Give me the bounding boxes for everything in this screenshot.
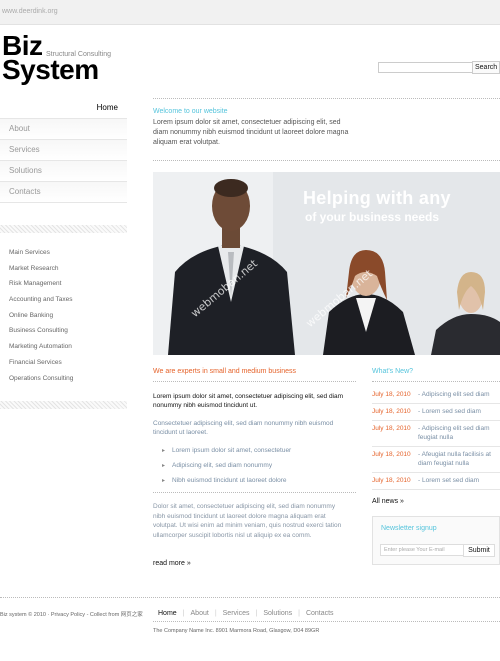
main-nav: Home About Services Solutions Contacts bbox=[0, 98, 127, 203]
divider bbox=[0, 401, 127, 409]
service-link[interactable]: Risk Management bbox=[9, 278, 73, 294]
bullet-list: Lorem ipsum dolor sit amet, consectetuer… bbox=[162, 447, 291, 492]
content-title: We are experts in small and medium busin… bbox=[153, 368, 297, 375]
read-more-link[interactable]: read more » bbox=[153, 560, 191, 567]
divider bbox=[153, 621, 500, 622]
service-link[interactable]: Financial Services bbox=[9, 357, 73, 373]
footer-nav: Home | About | Services | Solutions | Contacts bbox=[158, 610, 334, 617]
news-item[interactable]: July 18, 2010 - Adipiscing elit sed diam … bbox=[372, 421, 500, 447]
email-input[interactable]: Enter please Your E-mail bbox=[380, 544, 465, 556]
search-button[interactable]: Search bbox=[472, 61, 500, 74]
divider bbox=[0, 597, 500, 598]
nav-about[interactable]: About bbox=[0, 118, 127, 139]
news-text[interactable]: - Lorem sed sed diam bbox=[418, 407, 481, 416]
intro-text: Lorem ipsum dolor sit amet, consectetuer… bbox=[153, 393, 344, 409]
service-link[interactable]: Online Banking bbox=[9, 310, 73, 326]
footer-link-about[interactable]: About bbox=[191, 610, 209, 617]
news-text[interactable]: - Adipiscing elit sed diam feugiat nulla bbox=[418, 424, 500, 442]
browser-bar: www.deerdink.org bbox=[0, 0, 500, 25]
body-paragraph: Dolor sit amet, consectetuer adipiscing … bbox=[153, 503, 342, 539]
tagline: Structural Consulting bbox=[46, 51, 111, 58]
all-news-link[interactable]: All news » bbox=[372, 498, 404, 505]
bullet-item: Adipiscing elit, sed diam nonummy bbox=[162, 462, 291, 477]
services-list: Main Services Market Research Risk Manag… bbox=[9, 247, 73, 388]
footer-copyright: Biz system © 2010 · Privacy Policy - Col… bbox=[0, 612, 143, 618]
submit-button[interactable]: Submit bbox=[463, 544, 495, 557]
service-link[interactable]: Main Services bbox=[9, 247, 73, 263]
hero-banner: Helping with any of your business needs … bbox=[153, 172, 500, 355]
news-text[interactable]: - Afeugiat nulla facilisis at diam feugi… bbox=[418, 450, 500, 468]
footer-link-home[interactable]: Home bbox=[158, 610, 177, 617]
footer-link-contacts[interactable]: Contacts bbox=[306, 610, 334, 617]
hero-headline: Helping with any bbox=[303, 188, 451, 208]
news-item[interactable]: July 18, 2010 - Adipiscing elit sed diam bbox=[372, 387, 500, 404]
news-date: July 18, 2010 bbox=[372, 425, 411, 432]
divider bbox=[153, 160, 500, 161]
news-item[interactable]: July 18, 2010 - Afeugiat nulla facilisis … bbox=[372, 447, 500, 473]
news-date: July 18, 2010 bbox=[372, 477, 411, 484]
divider bbox=[0, 225, 127, 233]
bullet-item: Lorem ipsum dolor sit amet, consectetuer bbox=[162, 447, 291, 462]
logo-system[interactable]: System bbox=[2, 55, 99, 85]
news-date: July 18, 2010 bbox=[372, 408, 411, 415]
search-input[interactable] bbox=[378, 62, 474, 73]
newsletter-box: Newsletter signup Enter please Your E-ma… bbox=[372, 516, 500, 565]
service-link[interactable]: Marketing Automation bbox=[9, 341, 73, 357]
service-link[interactable]: Operations Consulting bbox=[9, 373, 73, 389]
divider bbox=[372, 381, 500, 382]
news-title: What's New? bbox=[372, 368, 414, 375]
service-link[interactable]: Business Consulting bbox=[9, 325, 73, 341]
news-item[interactable]: July 18, 2010 - Lorem set sed diam bbox=[372, 473, 500, 490]
news-date: July 18, 2010 bbox=[372, 391, 411, 398]
welcome-text: Lorem ipsum dolor sit amet, consectetuer… bbox=[153, 119, 349, 146]
news-item[interactable]: July 18, 2010 - Lorem sed sed diam bbox=[372, 404, 500, 421]
url-text: www.deerdink.org bbox=[2, 8, 58, 15]
service-link[interactable]: Market Research bbox=[9, 263, 73, 279]
intro-text-secondary: Consectetuer adipiscing elit, sed diam n… bbox=[153, 420, 334, 436]
news-date: July 18, 2010 bbox=[372, 451, 411, 458]
welcome-title: Welcome to our website bbox=[153, 108, 228, 115]
divider bbox=[153, 381, 356, 382]
newsletter-title: Newsletter signup bbox=[381, 525, 437, 532]
divider bbox=[153, 492, 356, 493]
news-text[interactable]: - Lorem set sed diam bbox=[418, 476, 479, 485]
nav-services[interactable]: Services bbox=[0, 139, 127, 160]
nav-contacts[interactable]: Contacts bbox=[0, 181, 127, 203]
footer-link-solutions[interactable]: Solutions bbox=[263, 610, 292, 617]
service-link[interactable]: Accounting and Taxes bbox=[9, 294, 73, 310]
footer-address: The Company Name Inc. 8901 Marmora Road,… bbox=[153, 628, 320, 634]
bullet-item: Nibh euismod tincidunt ut laoreet dolore bbox=[162, 477, 291, 492]
news-list: July 18, 2010 - Adipiscing elit sed diam … bbox=[372, 387, 500, 490]
hero-subheadline: of your business needs bbox=[305, 210, 440, 224]
footer-link-services[interactable]: Services bbox=[223, 610, 250, 617]
nav-solutions[interactable]: Solutions bbox=[0, 160, 127, 181]
news-text[interactable]: - Adipiscing elit sed diam bbox=[418, 390, 490, 399]
nav-home[interactable]: Home bbox=[0, 98, 127, 118]
divider bbox=[153, 98, 500, 99]
